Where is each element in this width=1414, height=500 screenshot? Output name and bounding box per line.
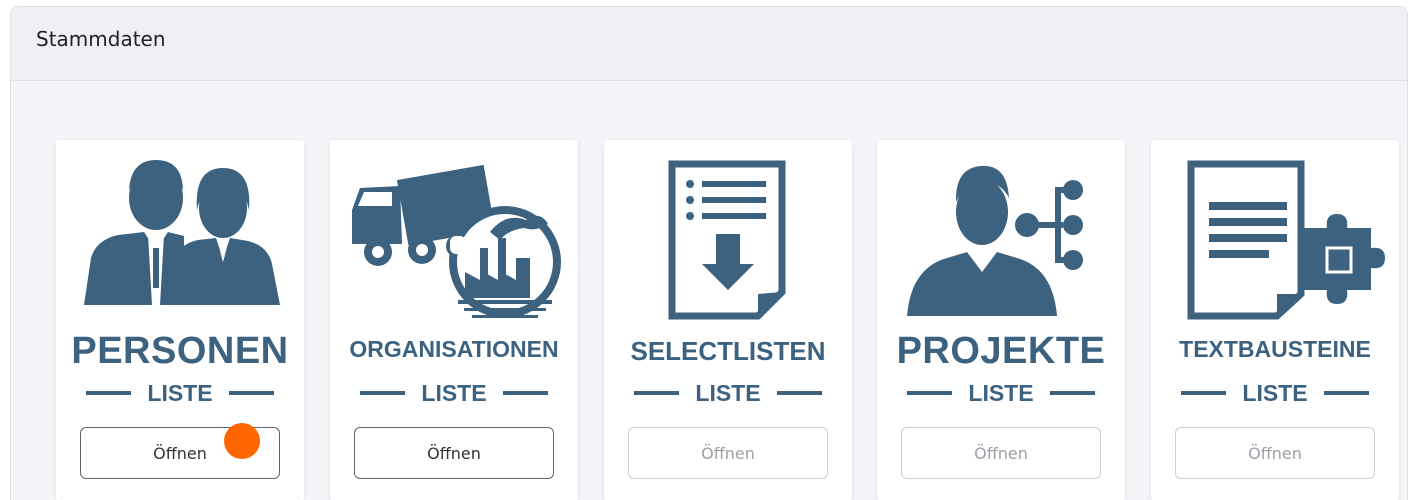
stammdaten-panel: Stammdaten PERSONEN LISTE Öffnen ORGANIS… [10, 6, 1408, 500]
card-selectlisten: SELECTLISTEN LISTE Öffnen [604, 140, 852, 500]
card-organisationen: ORGANISATIONEN LISTE Öffnen [330, 140, 578, 500]
divider-line [1323, 391, 1369, 395]
divider-line [634, 391, 680, 395]
card-title: SELECTLISTEN [630, 336, 826, 366]
liste-text: LISTE [968, 379, 1034, 406]
document-puzzle-icon [1187, 160, 1385, 320]
divider-line [86, 391, 132, 395]
liste-label: LISTE [604, 380, 852, 406]
liste-label: LISTE [1151, 380, 1399, 406]
liste-label: LISTE [330, 380, 578, 406]
open-button-organisationen[interactable]: Öffnen [354, 427, 554, 479]
card-textbausteine: TEXTBAUSTEINE LISTE Öffnen [1151, 140, 1399, 500]
open-button-selectlisten[interactable]: Öffnen [628, 427, 828, 479]
panel-header: Stammdaten [11, 7, 1407, 81]
divider-line [228, 391, 274, 395]
people-icon [84, 160, 280, 305]
truck-factory-icon [352, 164, 561, 318]
divider-line [360, 391, 406, 395]
liste-text: LISTE [421, 379, 487, 406]
cursor-indicator [224, 423, 260, 459]
liste-label: LISTE [56, 380, 304, 406]
card-title: ORGANISATIONEN [349, 336, 559, 362]
panel-title: Stammdaten [36, 27, 166, 51]
card-projekte: PROJEKTE LISTE Öffnen [877, 140, 1125, 500]
liste-text: LISTE [1242, 379, 1308, 406]
card-title: PERSONEN [71, 330, 289, 372]
open-button-textbausteine[interactable]: Öffnen [1175, 427, 1375, 479]
card-title: PROJEKTE [896, 330, 1106, 372]
liste-label: LISTE [877, 380, 1125, 406]
divider-line [907, 391, 953, 395]
list-document-icon [668, 160, 786, 320]
divider-line [1049, 391, 1095, 395]
divider-line [1181, 391, 1227, 395]
card-title: TEXTBAUSTEINE [1179, 336, 1371, 362]
liste-text: LISTE [695, 379, 761, 406]
divider-line [776, 391, 822, 395]
open-button-projekte[interactable]: Öffnen [901, 427, 1101, 479]
liste-text: LISTE [147, 379, 213, 406]
divider-line [502, 391, 548, 395]
person-network-icon [907, 165, 1083, 316]
card-personen: PERSONEN LISTE Öffnen [56, 140, 304, 500]
